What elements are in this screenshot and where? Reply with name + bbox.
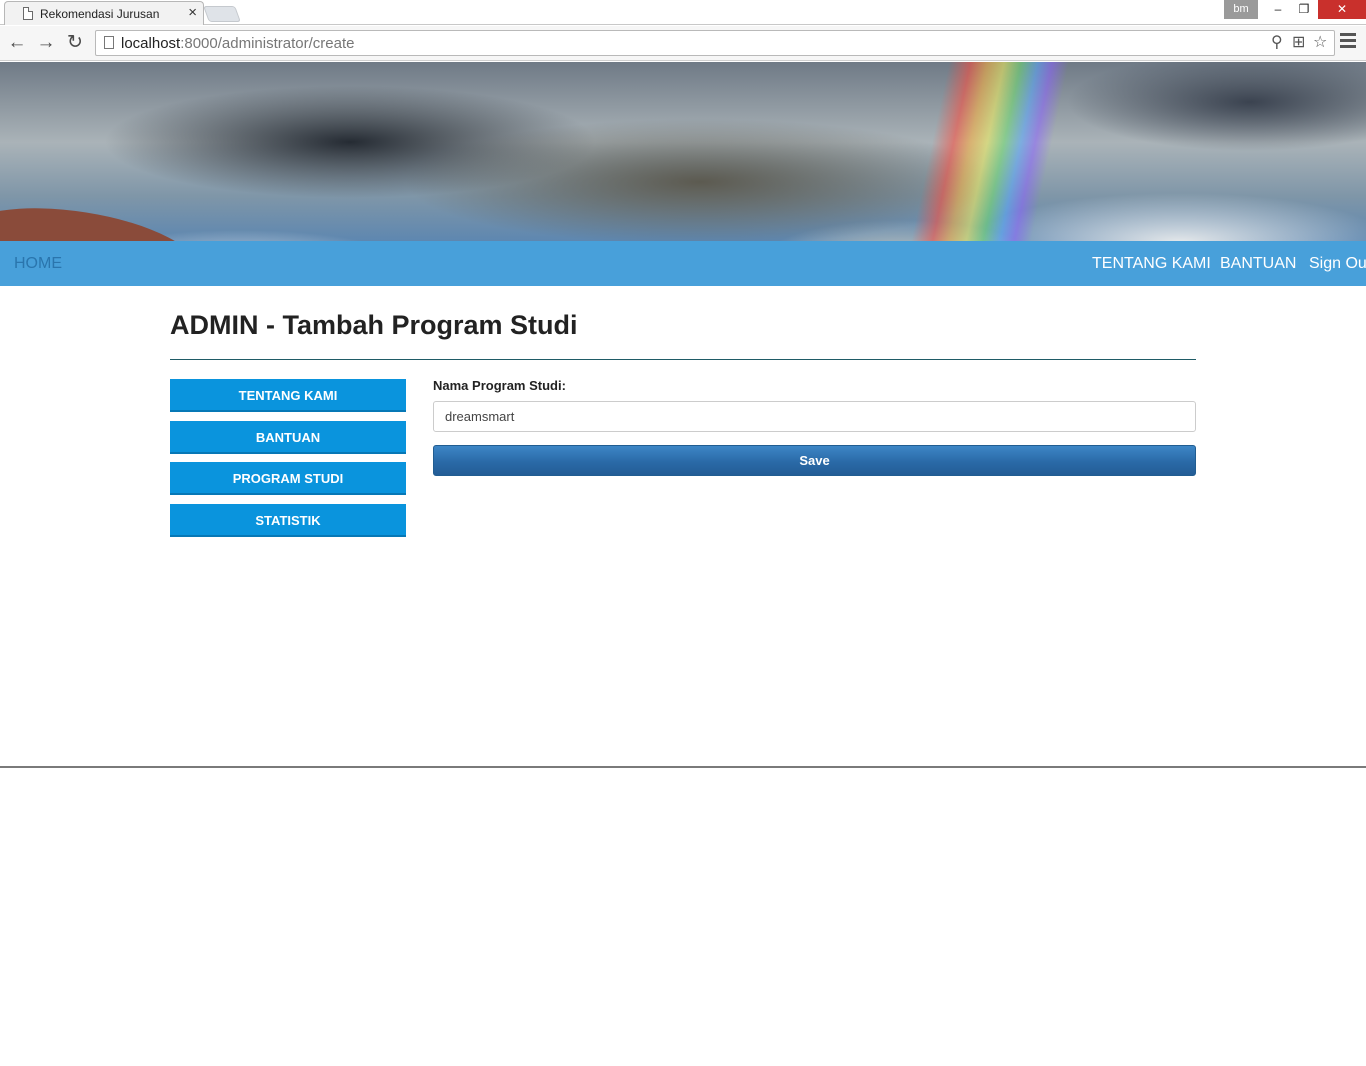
close-window-icon[interactable]: ✕ [1318, 0, 1366, 19]
browser-menu-icon[interactable] [1340, 33, 1356, 51]
main-navbar: HOME TENTANG KAMI BANTUAN Sign Out [0, 241, 1366, 286]
ground-graphic [0, 193, 205, 241]
program-studi-label: Nama Program Studi: [433, 378, 566, 393]
tab-close-icon[interactable]: × [188, 4, 197, 22]
page-bottom-divider [0, 766, 1366, 768]
page-icon [23, 7, 33, 20]
page-title: ADMIN - Tambah Program Studi [170, 310, 578, 340]
save-button[interactable]: Save [433, 445, 1196, 476]
browser-tabstrip: Rekomendasi Jurusan × bm – ❐ ✕ [0, 0, 1366, 25]
reload-icon[interactable]: ↻ [63, 31, 87, 55]
url-path: :8000/administrator/create [180, 35, 355, 52]
zoom-icon[interactable]: ⚲ [1271, 33, 1283, 53]
back-icon[interactable]: ← [5, 31, 29, 55]
url-text: localhost:8000/administrator/create [121, 35, 354, 52]
tab-title: Rekomendasi Jurusan [40, 7, 160, 21]
browser-toolbar: ← → ↻ localhost:8000/administrator/creat… [0, 26, 1366, 61]
nav-home-link[interactable]: HOME [14, 255, 62, 273]
sidebar-item-program-studi[interactable]: PROGRAM STUDI [170, 462, 406, 495]
user-badge[interactable]: bm [1224, 0, 1258, 19]
rainbow-graphic [908, 62, 1072, 241]
minimize-icon[interactable]: – [1265, 0, 1291, 19]
address-bar[interactable]: localhost:8000/administrator/create ⚲ ⊞ … [95, 30, 1335, 56]
sidebar-item-statistik[interactable]: STATISTIK [170, 504, 406, 537]
new-tab-button[interactable] [203, 6, 241, 22]
title-divider [170, 359, 1196, 360]
browser-tab[interactable]: Rekomendasi Jurusan × [4, 1, 204, 25]
forward-icon[interactable]: → [34, 31, 58, 55]
url-host: localhost [121, 35, 181, 52]
nav-sign-out-link[interactable]: Sign Out [1309, 255, 1366, 273]
sidebar-item-tentang-kami[interactable]: TENTANG KAMI [170, 379, 406, 412]
program-studi-input[interactable] [433, 401, 1196, 432]
page-icon [104, 36, 114, 49]
translate-icon[interactable]: ⊞ [1292, 33, 1305, 53]
sidebar-item-bantuan[interactable]: BANTUAN [170, 421, 406, 454]
header-banner-image [0, 62, 1366, 241]
restore-icon[interactable]: ❐ [1291, 0, 1317, 19]
nav-tentang-kami-link[interactable]: TENTANG KAMI [1092, 255, 1211, 273]
nav-bantuan-link[interactable]: BANTUAN [1220, 255, 1296, 273]
bookmark-star-icon[interactable]: ☆ [1313, 33, 1327, 53]
